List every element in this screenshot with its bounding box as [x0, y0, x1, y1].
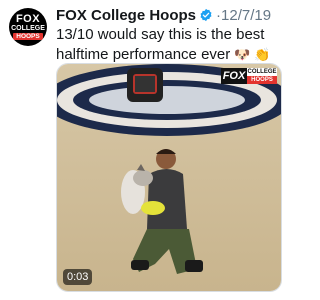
- video-duration: 0:03: [63, 269, 93, 285]
- tweet-video[interactable]: FOX COLLEGE HOOPS 0:03: [56, 63, 282, 292]
- account-name[interactable]: FOX College Hoops: [56, 7, 196, 24]
- avatar-college-text: COLLEGE: [11, 25, 45, 32]
- avatar-fox-text: FOX: [15, 13, 41, 25]
- avatar-hoops-text: HOOPS: [13, 33, 43, 40]
- dog-head: [133, 170, 153, 186]
- verified-badge-icon: [200, 8, 212, 22]
- watermark-college: COLLEGE: [247, 68, 277, 76]
- watermark-hoops: HOOPS: [247, 76, 277, 84]
- avatar[interactable]: FOX COLLEGE HOOPS: [9, 8, 47, 46]
- tweet-date[interactable]: 12/7/19: [221, 7, 271, 24]
- watermark-fox: FOX: [221, 68, 247, 84]
- frisbee: [141, 201, 165, 215]
- video-frame: [57, 64, 281, 291]
- tweet-header: FOX College Hoops ·12/7/19: [56, 6, 271, 26]
- fox-college-hoops-watermark: FOX COLLEGE HOOPS: [221, 68, 277, 84]
